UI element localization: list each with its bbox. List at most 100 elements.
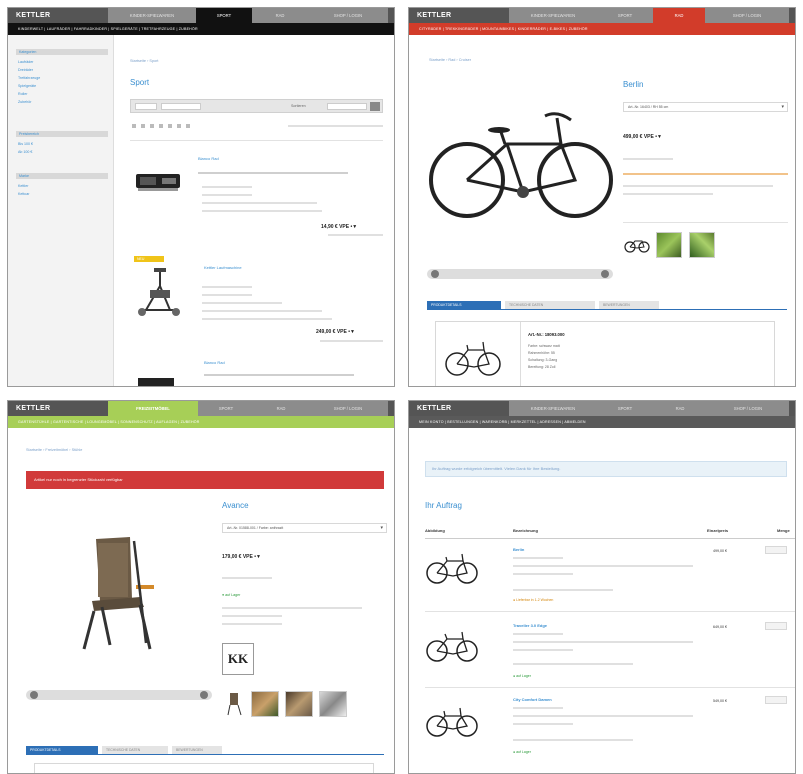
tab-kinder[interactable]: KINDER-SPIELWAREN bbox=[108, 8, 196, 23]
details-box bbox=[34, 763, 374, 773]
sidebar-item[interactable]: Laufräder bbox=[18, 60, 33, 64]
kettler-logo[interactable]: KETTLER bbox=[8, 405, 108, 412]
thumbnail-chair[interactable] bbox=[226, 691, 244, 717]
sidebar-item[interactable]: Spielgeräte bbox=[18, 84, 36, 88]
thumbnail-photo[interactable] bbox=[285, 691, 313, 717]
item-image-bike[interactable] bbox=[425, 551, 479, 585]
sidebar-item[interactable]: Ab 100 € bbox=[18, 150, 32, 154]
brand-seal-logo: KK bbox=[222, 643, 254, 675]
sidebar-item[interactable]: Roller bbox=[18, 92, 27, 96]
sidebar-filters: Kategorien Laufräder Dreiräder Tretfahrz… bbox=[8, 35, 114, 386]
item-note bbox=[513, 589, 613, 591]
tab-kinder[interactable]: KINDER-SPIELWAREN bbox=[509, 8, 597, 23]
thumbnail-bike[interactable] bbox=[623, 232, 651, 254]
image-zoom-slider[interactable] bbox=[427, 269, 613, 279]
tab-shop-login[interactable]: SHOP / LOGIN bbox=[308, 8, 388, 23]
thumbnail-photo[interactable] bbox=[689, 232, 715, 258]
quantity-stepper[interactable] bbox=[765, 622, 787, 630]
table-header-divider bbox=[425, 538, 795, 539]
item-image-bike[interactable] bbox=[425, 704, 479, 738]
tab-sport[interactable]: SPORT bbox=[597, 8, 653, 23]
product-image[interactable] bbox=[134, 168, 182, 196]
variant-select[interactable]: Art.-Nr. 16403 / RH 55 cm ▾ bbox=[623, 102, 788, 112]
variant-select-value: Art.-Nr. 16403 / RH 55 cm bbox=[628, 105, 669, 109]
slider-knob-right[interactable] bbox=[601, 270, 609, 278]
tab-freizeitmoebel[interactable]: FREIZEITMÖBEL bbox=[108, 401, 198, 416]
product-price[interactable]: 249,00 € VPE •▼ bbox=[316, 329, 355, 335]
breadcrumb[interactable]: Startseite › Freizeitmöbel › Stühle bbox=[26, 448, 82, 452]
image-zoom-slider[interactable] bbox=[26, 690, 212, 700]
item-price: 499,00 € bbox=[713, 549, 727, 553]
item-name[interactable]: City Comfort Damen bbox=[513, 697, 552, 702]
view-select[interactable] bbox=[135, 103, 157, 110]
sidebar-item[interactable]: Kettler bbox=[18, 184, 28, 188]
item-image-bike[interactable] bbox=[425, 629, 479, 663]
thumbnail-photo[interactable] bbox=[656, 232, 682, 258]
account-nav[interactable]: MEIN KONTO | BESTELLUNGEN | WARENKORB | … bbox=[409, 416, 795, 428]
tab-rad[interactable]: RAD bbox=[254, 401, 308, 416]
slider-knob-left[interactable] bbox=[30, 691, 38, 699]
thumbnail-photo[interactable] bbox=[251, 691, 279, 717]
breadcrumb[interactable]: Startseite › Sport bbox=[130, 59, 159, 63]
tab-sport[interactable]: SPORT bbox=[196, 8, 252, 23]
product-price[interactable]: 499,00 € VPE •▼ bbox=[623, 134, 662, 140]
sidebar-item[interactable]: Zubehör bbox=[18, 100, 31, 104]
column-header-image: Abbildung bbox=[425, 528, 445, 533]
tab-product-details[interactable]: PRODUKTDETAILS bbox=[427, 301, 501, 309]
variant-select[interactable]: Art.-Nr. 01588-001 / Farbe: anthrazit ▾ bbox=[222, 523, 387, 533]
sidebar-item[interactable]: Dreiräder bbox=[18, 68, 33, 72]
tab-sport[interactable]: SPORT bbox=[597, 401, 653, 416]
tab-technical-data[interactable]: TECHNISCHE DATEN bbox=[505, 301, 595, 309]
product-name[interactable]: Kettler Laufmaschine bbox=[204, 265, 242, 270]
sidebar-item[interactable]: Tretfahrzeuge bbox=[18, 76, 40, 80]
category-nav[interactable]: CITYRÄDER | TREKKINGRÄDER | MOUNTAINBIKE… bbox=[409, 23, 795, 35]
product-name[interactable]: Bianco Rad bbox=[198, 156, 219, 161]
sidebar-item[interactable]: Kettcar bbox=[18, 192, 29, 196]
tab-rad[interactable]: RAD bbox=[252, 8, 308, 23]
thumbnail-photo[interactable] bbox=[319, 691, 347, 717]
slider-knob-right[interactable] bbox=[200, 691, 208, 699]
item-name[interactable]: Berlin bbox=[513, 547, 524, 552]
tab-shop-login[interactable]: SHOP / LOGIN bbox=[308, 401, 388, 416]
grid-view-icon[interactable] bbox=[370, 102, 380, 111]
tab-reviews[interactable]: BEWERTUNGEN bbox=[172, 746, 222, 754]
product-info bbox=[623, 158, 673, 160]
sidebar-head-price[interactable]: Preisbereich bbox=[16, 131, 108, 137]
item-spec bbox=[513, 723, 573, 725]
product-image-chair[interactable] bbox=[80, 533, 160, 653]
product-price[interactable]: 14,90 € VPE •▼ bbox=[321, 224, 357, 230]
bike-illustration bbox=[445, 341, 501, 376]
product-name[interactable]: Bianco Rad bbox=[204, 360, 225, 365]
kettler-logo[interactable]: KETTLER bbox=[409, 12, 509, 19]
breadcrumb[interactable]: Startseite › Rad › Cruiser bbox=[429, 58, 471, 62]
tab-technical-data[interactable]: TECHNISCHE DATEN bbox=[102, 746, 168, 754]
tab-rad[interactable]: RAD bbox=[653, 401, 707, 416]
slider-knob-left[interactable] bbox=[431, 270, 439, 278]
item-name[interactable]: Traveller 3.0 Edge bbox=[513, 623, 547, 628]
sidebar-head-brand[interactable]: Marke bbox=[16, 173, 108, 179]
sidebar-head-categories[interactable]: Kategorien bbox=[16, 49, 108, 55]
sort-select[interactable] bbox=[327, 103, 367, 110]
filter-select[interactable] bbox=[161, 103, 201, 110]
tab-shop-login[interactable]: SHOP / LOGIN bbox=[707, 401, 789, 416]
kettler-logo[interactable]: KETTLER bbox=[8, 12, 108, 19]
sidebar-item[interactable]: Bis 100 € bbox=[18, 142, 33, 146]
product-image[interactable] bbox=[132, 266, 186, 318]
tab-sport[interactable]: SPORT bbox=[198, 401, 254, 416]
tab-kinder[interactable]: KINDER-SPIELWAREN bbox=[509, 401, 597, 416]
quantity-stepper[interactable] bbox=[765, 696, 787, 704]
tab-rad[interactable]: RAD bbox=[653, 8, 705, 23]
tab-reviews[interactable]: BEWERTUNGEN bbox=[599, 301, 659, 309]
quantity-stepper[interactable] bbox=[765, 546, 787, 554]
category-nav[interactable]: GARTENSTÜHLE | GARTENTISCHE | LOUNGEMÖBE… bbox=[8, 416, 394, 428]
tab-shop-login[interactable]: SHOP / LOGIN bbox=[705, 8, 789, 23]
product-image-bike[interactable] bbox=[425, 100, 615, 228]
item-spec bbox=[513, 641, 693, 643]
pagination[interactable] bbox=[132, 124, 192, 128]
product-image[interactable] bbox=[136, 374, 176, 387]
product-price[interactable]: 179,00 € VPE •▼ bbox=[222, 554, 261, 560]
tab-product-details[interactable]: PRODUKTDETAILS bbox=[26, 746, 98, 754]
category-nav[interactable]: KINDERWELT | LAUFRÄDER | FAHRRADKINDER |… bbox=[8, 23, 394, 35]
sort-label: Sortieren bbox=[291, 104, 306, 108]
kettler-logo[interactable]: KETTLER bbox=[409, 405, 509, 412]
